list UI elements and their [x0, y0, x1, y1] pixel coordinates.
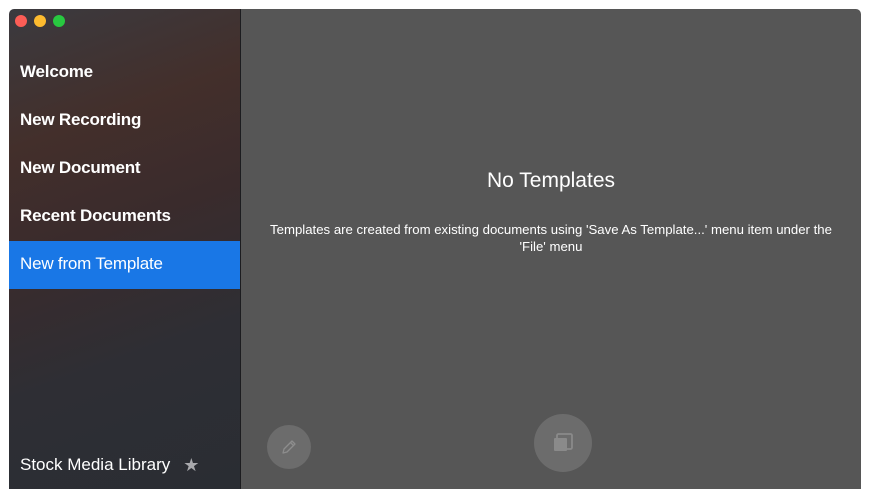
stock-media-label: Stock Media Library [20, 455, 171, 474]
empty-state-description: Templates are created from existing docu… [270, 222, 832, 254]
close-window-button[interactable] [15, 15, 27, 27]
template-content-area: No Templates Templates are created from … [241, 9, 861, 489]
star-icon[interactable]: ★ [183, 456, 199, 474]
sidebar-nav: Welcome New Recording New Document Recen… [9, 49, 240, 289]
zoom-window-button[interactable] [53, 15, 65, 27]
empty-state-title: No Templates [486, 169, 615, 192]
app-window: Welcome New Recording New Document Recen… [9, 9, 861, 489]
duplicate-template-button[interactable] [534, 414, 592, 472]
minimize-window-button[interactable] [34, 15, 46, 27]
window-controls [15, 15, 65, 27]
pencil-icon [282, 440, 296, 454]
sidebar-item-new-recording[interactable]: New Recording [9, 97, 240, 145]
sidebar: Welcome New Recording New Document Recen… [9, 9, 241, 489]
sidebar-item-recent-documents[interactable]: Recent Documents [9, 193, 240, 241]
sidebar-item-new-document[interactable]: New Document [9, 145, 240, 193]
sidebar-item-welcome[interactable]: Welcome [9, 49, 240, 97]
edit-template-button[interactable] [267, 425, 311, 469]
sidebar-item-stock-media-library[interactable]: Stock Media Library ★ [20, 455, 199, 475]
duplicate-icon [554, 433, 573, 451]
sidebar-item-new-from-template[interactable]: New from Template [9, 241, 240, 289]
